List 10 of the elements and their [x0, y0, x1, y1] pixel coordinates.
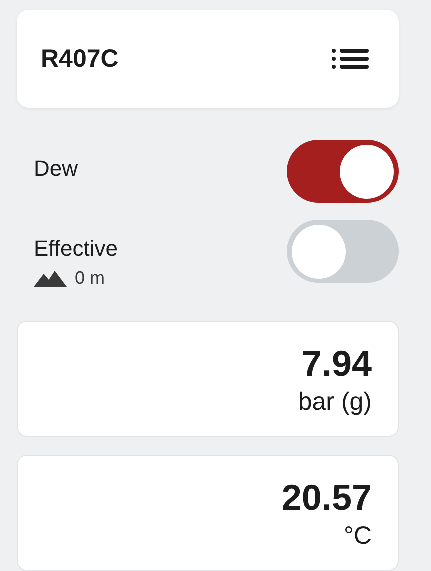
- reading-unit: °C: [344, 522, 372, 551]
- reading-unit: bar (g): [298, 388, 372, 417]
- mountain-icon: [34, 270, 67, 286]
- altitude-text: 0 m: [75, 268, 106, 289]
- toggle-label: Effective: [34, 236, 118, 262]
- toggle-label: Dew: [34, 156, 78, 182]
- refrigerant-title: R407C: [41, 44, 119, 74]
- list-icon[interactable]: [332, 49, 369, 69]
- reading-value: 20.57: [282, 478, 372, 518]
- reading-value: 7.94: [302, 344, 372, 384]
